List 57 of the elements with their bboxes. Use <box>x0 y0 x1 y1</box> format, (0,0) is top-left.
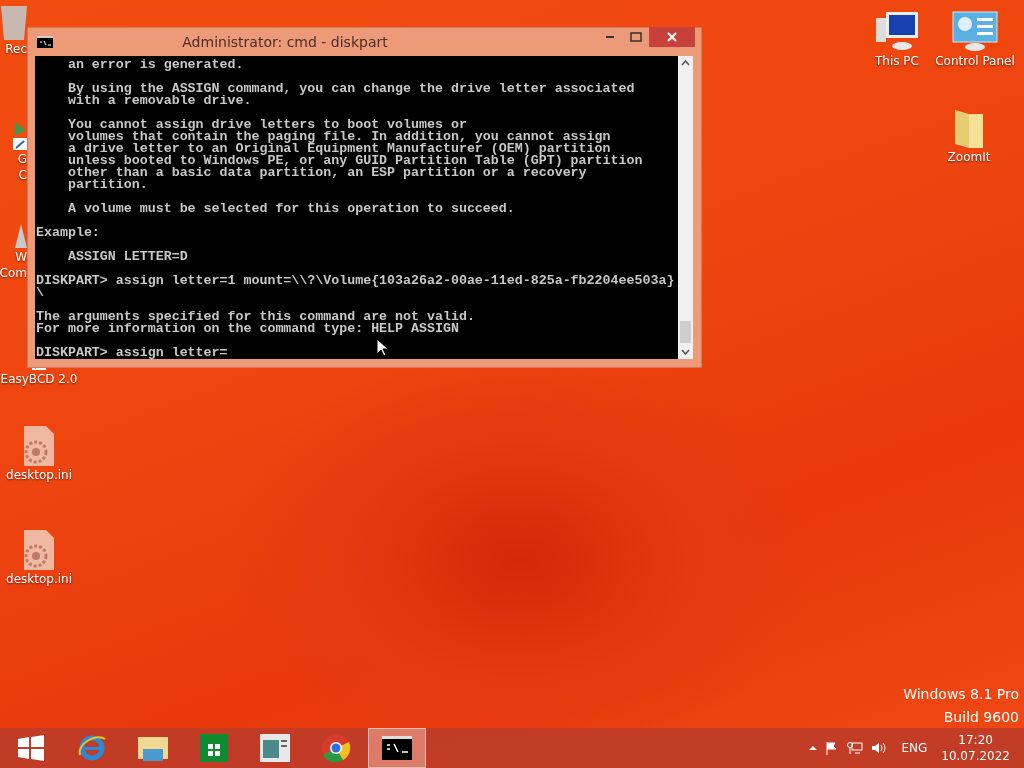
console-line: unless booted to Windows PE, or any GUID Partition Table (GPT) partition <box>66 155 643 167</box>
settings-file-icon <box>24 530 54 570</box>
taskbar-button[interactable] <box>368 728 426 768</box>
icon-label: Com <box>0 266 27 280</box>
settings-file-icon <box>24 426 54 466</box>
console-line: For more information on the command type: HELP ASSIGN <box>36 323 459 335</box>
recycle-bin-icon <box>1 6 27 40</box>
folder-icon <box>955 110 983 148</box>
console-line: a drive letter to an Original Equipment Manufacturer (OEM) partition <box>66 143 611 155</box>
browser-icon <box>77 733 107 763</box>
store-icon <box>200 734 228 762</box>
scrollbar[interactable] <box>678 56 693 359</box>
console-line: with a removable drive. <box>66 95 252 107</box>
icon-label: This PC <box>875 54 919 68</box>
minimize-icon <box>606 36 614 38</box>
scroll-thumb[interactable] <box>680 321 691 343</box>
icon-label: G <box>17 152 27 166</box>
icon-label: Control Panel <box>935 54 1015 68</box>
icon-label: C <box>18 168 27 182</box>
edition-text: Build 9600 <box>943 709 1019 726</box>
console-line: You cannot assign drive letters to boot volumes or <box>66 119 467 131</box>
close-icon <box>667 32 677 42</box>
clock-time[interactable]: 17:20 <box>958 732 993 748</box>
icon-label: ZoomIt <box>947 150 991 164</box>
windows-logo-icon <box>18 735 44 761</box>
icon-label: desktop.ini <box>6 468 72 482</box>
console-app-icon <box>37 36 53 48</box>
console-line: volumes that contain the paging file. In addition, you cannot assign <box>66 131 611 143</box>
show-hidden-icons-button[interactable] <box>809 745 818 751</box>
console-line: The arguments specified for this command are not valid. <box>36 311 475 323</box>
command-prompt-icon <box>382 736 412 760</box>
document-window-icon <box>260 734 290 762</box>
window-title: Administrator: cmd - diskpart <box>181 34 389 50</box>
icon-label: W <box>15 250 27 264</box>
console-line: ASSIGN LETTER=D <box>66 251 188 263</box>
console-line: A volume must be selected for this operation to succeed. <box>66 203 515 215</box>
control-panel-icon <box>951 10 999 52</box>
console-line: an error is generated. <box>66 59 244 71</box>
icon-label: EasyBCD 2.0 <box>0 372 78 386</box>
console-line: other than a basic data partition, an ESP partition or a recovery <box>66 167 587 179</box>
network-icon[interactable] <box>847 741 864 755</box>
console-line: \ <box>36 287 44 299</box>
close-button[interactable] <box>649 27 695 47</box>
console-line: DISKPART> assign letter= <box>36 347 228 359</box>
icon-label: Rec <box>5 42 27 56</box>
console-line: partition. <box>66 179 148 191</box>
icon-label: desktop.ini <box>6 572 72 586</box>
chrome-icon <box>321 733 351 763</box>
volume-icon[interactable] <box>871 741 888 755</box>
console-line: DISKPART> assign letter=1 mount=\\?\Volume{103a26a2-00ae-11ed-825a-fb2204ee503a} <box>36 275 675 287</box>
language-indicator[interactable]: ENG <box>901 741 928 755</box>
edition-text: Windows 8.1 Pro <box>903 686 1019 703</box>
console-line: By using the ASSIGN command, you can change the drive letter associated <box>66 83 635 95</box>
console-line: Example: <box>36 227 100 239</box>
clock-date[interactable]: 10.07.2022 <box>941 748 1010 764</box>
computer-icon <box>874 10 920 52</box>
maximize-icon <box>630 32 642 42</box>
